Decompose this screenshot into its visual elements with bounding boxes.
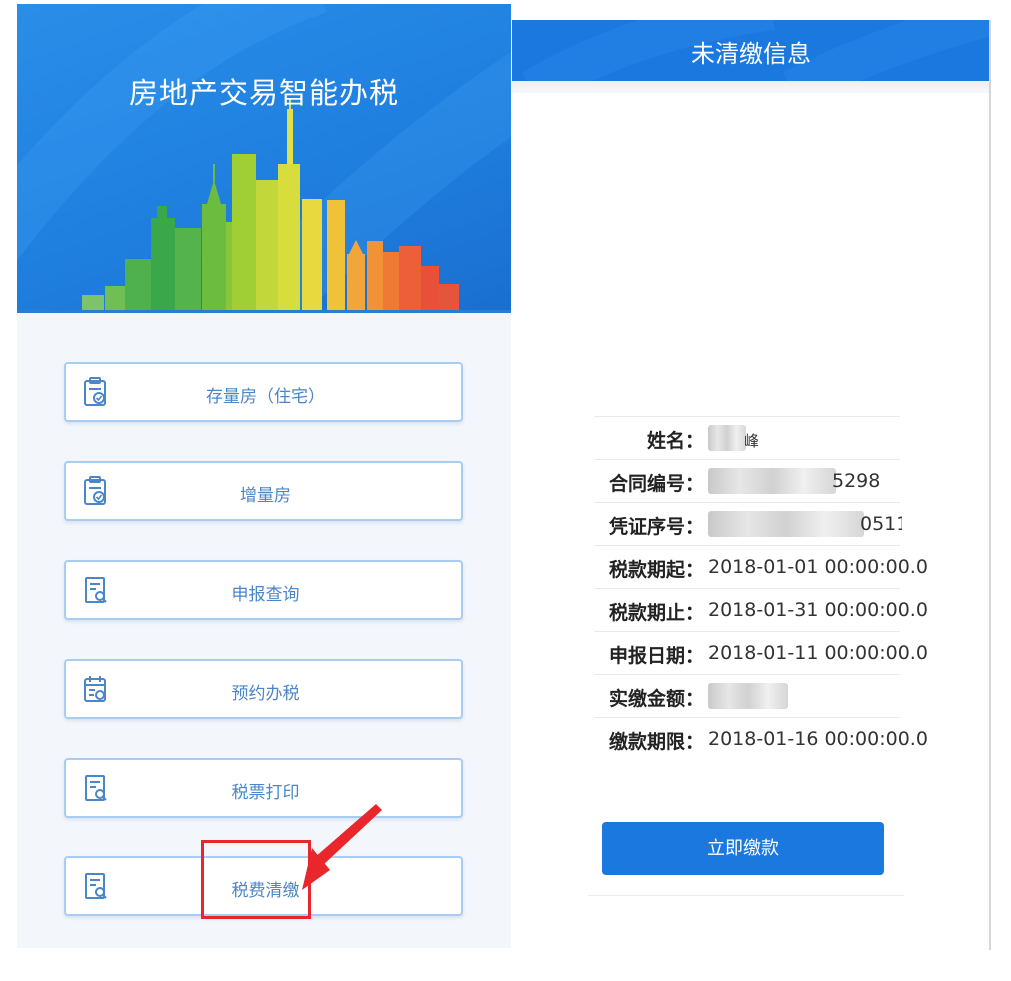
field-value-fragment: 05110	[860, 513, 902, 535]
info-row-declaration-date: 申报日期： 2018-01-11 00:00:00.0	[594, 631, 928, 674]
pay-now-button[interactable]: 立即缴款	[602, 822, 884, 875]
info-row-tax-period-start: 税款期起： 2018-01-01 00:00:00.0	[594, 545, 928, 588]
menu-label: 税票打印	[231, 783, 300, 803]
field-value: 2018-01-01 00:00:00.0	[708, 556, 928, 578]
info-row-voucher-no: 凭证序号： 05110	[594, 502, 902, 545]
field-label: 缴款期限：	[608, 731, 704, 753]
info-row-payment-deadline: 缴款期限： 2018-01-16 00:00:00.0	[594, 717, 928, 760]
highlight-box	[201, 840, 311, 919]
header-bar: 未清缴信息	[512, 20, 990, 81]
page-title: 未清缴信息	[691, 40, 811, 68]
field-label: 申报日期：	[608, 645, 704, 667]
menu-label: 存量房（住宅）	[206, 387, 325, 407]
field-label: 实缴金额：	[608, 688, 704, 710]
info-row-paid-amount: 实缴金额：	[594, 674, 900, 717]
redacted-value	[708, 468, 836, 494]
menu-button-tax-receipt-print[interactable]: 税票打印	[64, 758, 463, 818]
field-value-fragment: 峰	[744, 432, 760, 450]
menu-label: 预约办税	[231, 684, 300, 704]
redacted-value	[708, 683, 788, 709]
info-row-tax-period-end: 税款期止： 2018-01-31 00:00:00.0	[594, 588, 928, 631]
right-app-screen: 未清缴信息 姓名： 峰 合同编号： 5298 凭证序号： 05110 税款期起：…	[512, 20, 990, 950]
hero-banner: 房地产交易智能办税	[17, 4, 511, 313]
city-skyline-illustration	[17, 4, 511, 313]
info-row-name: 姓名： 峰	[594, 416, 900, 459]
redacted-value	[708, 425, 746, 451]
field-value: 2018-01-31 00:00:00.0	[708, 599, 928, 621]
field-value-fragment: 5298	[832, 470, 881, 492]
field-label: 税款期起：	[608, 559, 704, 581]
left-app-screen: 房地产交易智能办税 存量房（住宅） 增量房 申报查询 预约办税 税票打印 税费清…	[17, 4, 511, 948]
header-shadow	[512, 81, 990, 93]
unpaid-info-table: 姓名： 峰 合同编号： 5298 凭证序号： 05110 税款期起： 2018-…	[594, 416, 928, 760]
info-row-contract-no: 合同编号： 5298	[594, 459, 900, 502]
field-value: 2018-01-16 00:00:00.0	[708, 728, 928, 750]
field-label: 税款期止：	[608, 602, 704, 624]
field-value: 2018-01-11 00:00:00.0	[708, 642, 928, 664]
field-label: 姓名：	[646, 430, 704, 452]
menu-label: 申报查询	[231, 585, 300, 605]
field-label: 凭证序号：	[608, 516, 704, 538]
menu-button-appointment[interactable]: 预约办税	[64, 659, 463, 719]
field-label: 合同编号：	[608, 473, 704, 495]
menu-button-new-housing[interactable]: 增量房	[64, 461, 463, 521]
menu-button-declaration-query[interactable]: 申报查询	[64, 560, 463, 620]
panel-border	[989, 20, 991, 950]
redacted-value	[708, 511, 864, 537]
divider	[588, 895, 904, 896]
app-title: 房地产交易智能办税	[128, 76, 399, 110]
menu-button-existing-housing[interactable]: 存量房（住宅）	[64, 362, 463, 422]
menu-label: 增量房	[240, 486, 291, 506]
